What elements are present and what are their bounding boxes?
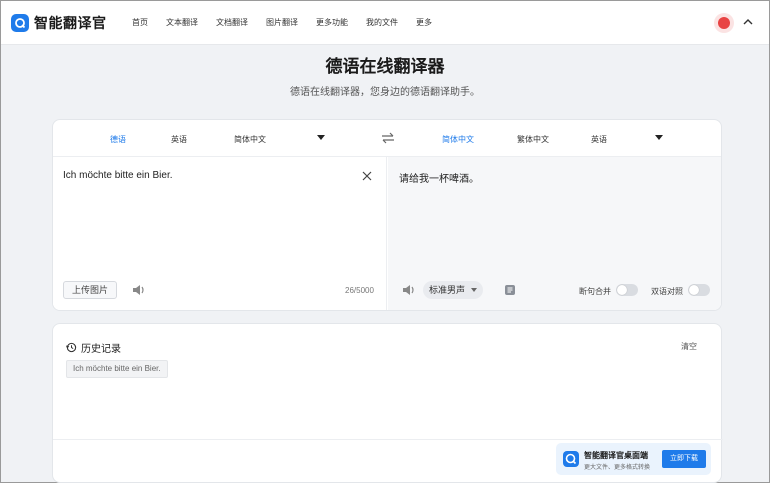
page-title: 德语在线翻译器	[325, 57, 445, 76]
translator-panel: 德语 英语 简体中文 简体中文 繁体中文 英语 Ich möchte bitte…	[52, 119, 722, 311]
nav-image-translate[interactable]: 图片翻译	[266, 17, 298, 28]
speaker-icon[interactable]	[132, 284, 146, 296]
top-navbar: 智能翻译官 首页 文本翻译 文档翻译 图片翻译 更多功能 我的文件 更多	[1, 1, 769, 45]
upload-image-button[interactable]: 上传图片	[63, 281, 118, 299]
desktop-download-banner: 智能翻译官桌面端 更大文件、更多格式转换 立即下载	[556, 443, 711, 475]
chevron-down-icon	[471, 288, 477, 292]
banner-subtitle: 更大文件、更多格式转换	[584, 465, 651, 471]
close-icon[interactable]	[362, 171, 372, 181]
target-lang-traditional-chinese[interactable]: 繁体中文	[517, 134, 549, 145]
divider	[53, 439, 723, 440]
brand-logo[interactable]: 智能翻译官	[11, 13, 107, 33]
toggle-knob	[689, 285, 699, 295]
avatar[interactable]	[714, 13, 734, 33]
source-lang-german[interactable]: 德语	[110, 134, 126, 145]
banner-title: 智能翻译官桌面端	[584, 451, 648, 460]
logo-icon	[11, 14, 29, 32]
clear-history-button[interactable]: 清空	[681, 341, 697, 352]
main-nav: 首页 文本翻译 文档翻译 图片翻译 更多功能 我的文件 更多	[132, 17, 450, 28]
merge-sentences-label: 断句合并	[579, 287, 611, 296]
copy-icon[interactable]	[504, 284, 516, 296]
nav-document-translate[interactable]: 文档翻译	[216, 17, 248, 28]
swap-icon[interactable]	[381, 132, 395, 144]
source-pane[interactable]: Ich möchte bitte ein Bier. 上传图片 26/5000	[53, 157, 387, 310]
voice-select-value: 标准男声	[429, 285, 466, 295]
bilingual-toggle[interactable]	[688, 284, 710, 296]
char-count: 26/5000	[345, 286, 374, 295]
source-lang-english[interactable]: 英语	[171, 134, 187, 145]
nav-text-translate[interactable]: 文本翻译	[166, 17, 198, 28]
source-lang-simplified-chinese[interactable]: 简体中文	[234, 134, 266, 145]
nav-more-features[interactable]: 更多功能	[316, 17, 348, 28]
page-subtitle: 德语在线翻译器，您身边的德语翻译助手。	[290, 87, 480, 98]
voice-select[interactable]: 标准男声	[423, 281, 483, 299]
brand-name: 智能翻译官	[34, 15, 107, 31]
target-lang-simplified-chinese[interactable]: 简体中文	[442, 134, 474, 145]
chevron-up-icon[interactable]	[742, 16, 754, 28]
merge-sentences-toggle[interactable]	[616, 284, 638, 296]
language-bar: 德语 英语 简体中文 简体中文 繁体中文 英语	[53, 120, 721, 157]
history-item[interactable]: Ich möchte bitte ein Bier.	[66, 360, 168, 378]
nav-more[interactable]: 更多	[416, 17, 432, 28]
toggle-knob	[617, 285, 627, 295]
target-lang-dropdown-icon[interactable]	[655, 135, 663, 140]
history-title: 历史记录	[81, 344, 121, 355]
avatar-image	[718, 17, 730, 29]
history-header: 历史记录	[66, 340, 121, 355]
nav-my-files[interactable]: 我的文件	[366, 17, 398, 28]
source-lang-dropdown-icon[interactable]	[317, 135, 325, 140]
history-icon	[66, 342, 77, 353]
bilingual-label: 双语对照	[651, 287, 683, 296]
speaker-icon[interactable]	[402, 284, 416, 296]
target-pane: 请给我一杯啤酒。 标准男声 断句合并 双语对照	[388, 157, 721, 310]
app-logo-icon	[563, 451, 579, 467]
target-lang-english[interactable]: 英语	[591, 134, 607, 145]
source-text-input[interactable]: Ich möchte bitte ein Bier.	[63, 170, 173, 181]
download-now-button[interactable]: 立即下载	[662, 450, 706, 468]
translation-output: 请给我一杯啤酒。	[399, 174, 479, 185]
nav-home[interactable]: 首页	[132, 17, 148, 28]
